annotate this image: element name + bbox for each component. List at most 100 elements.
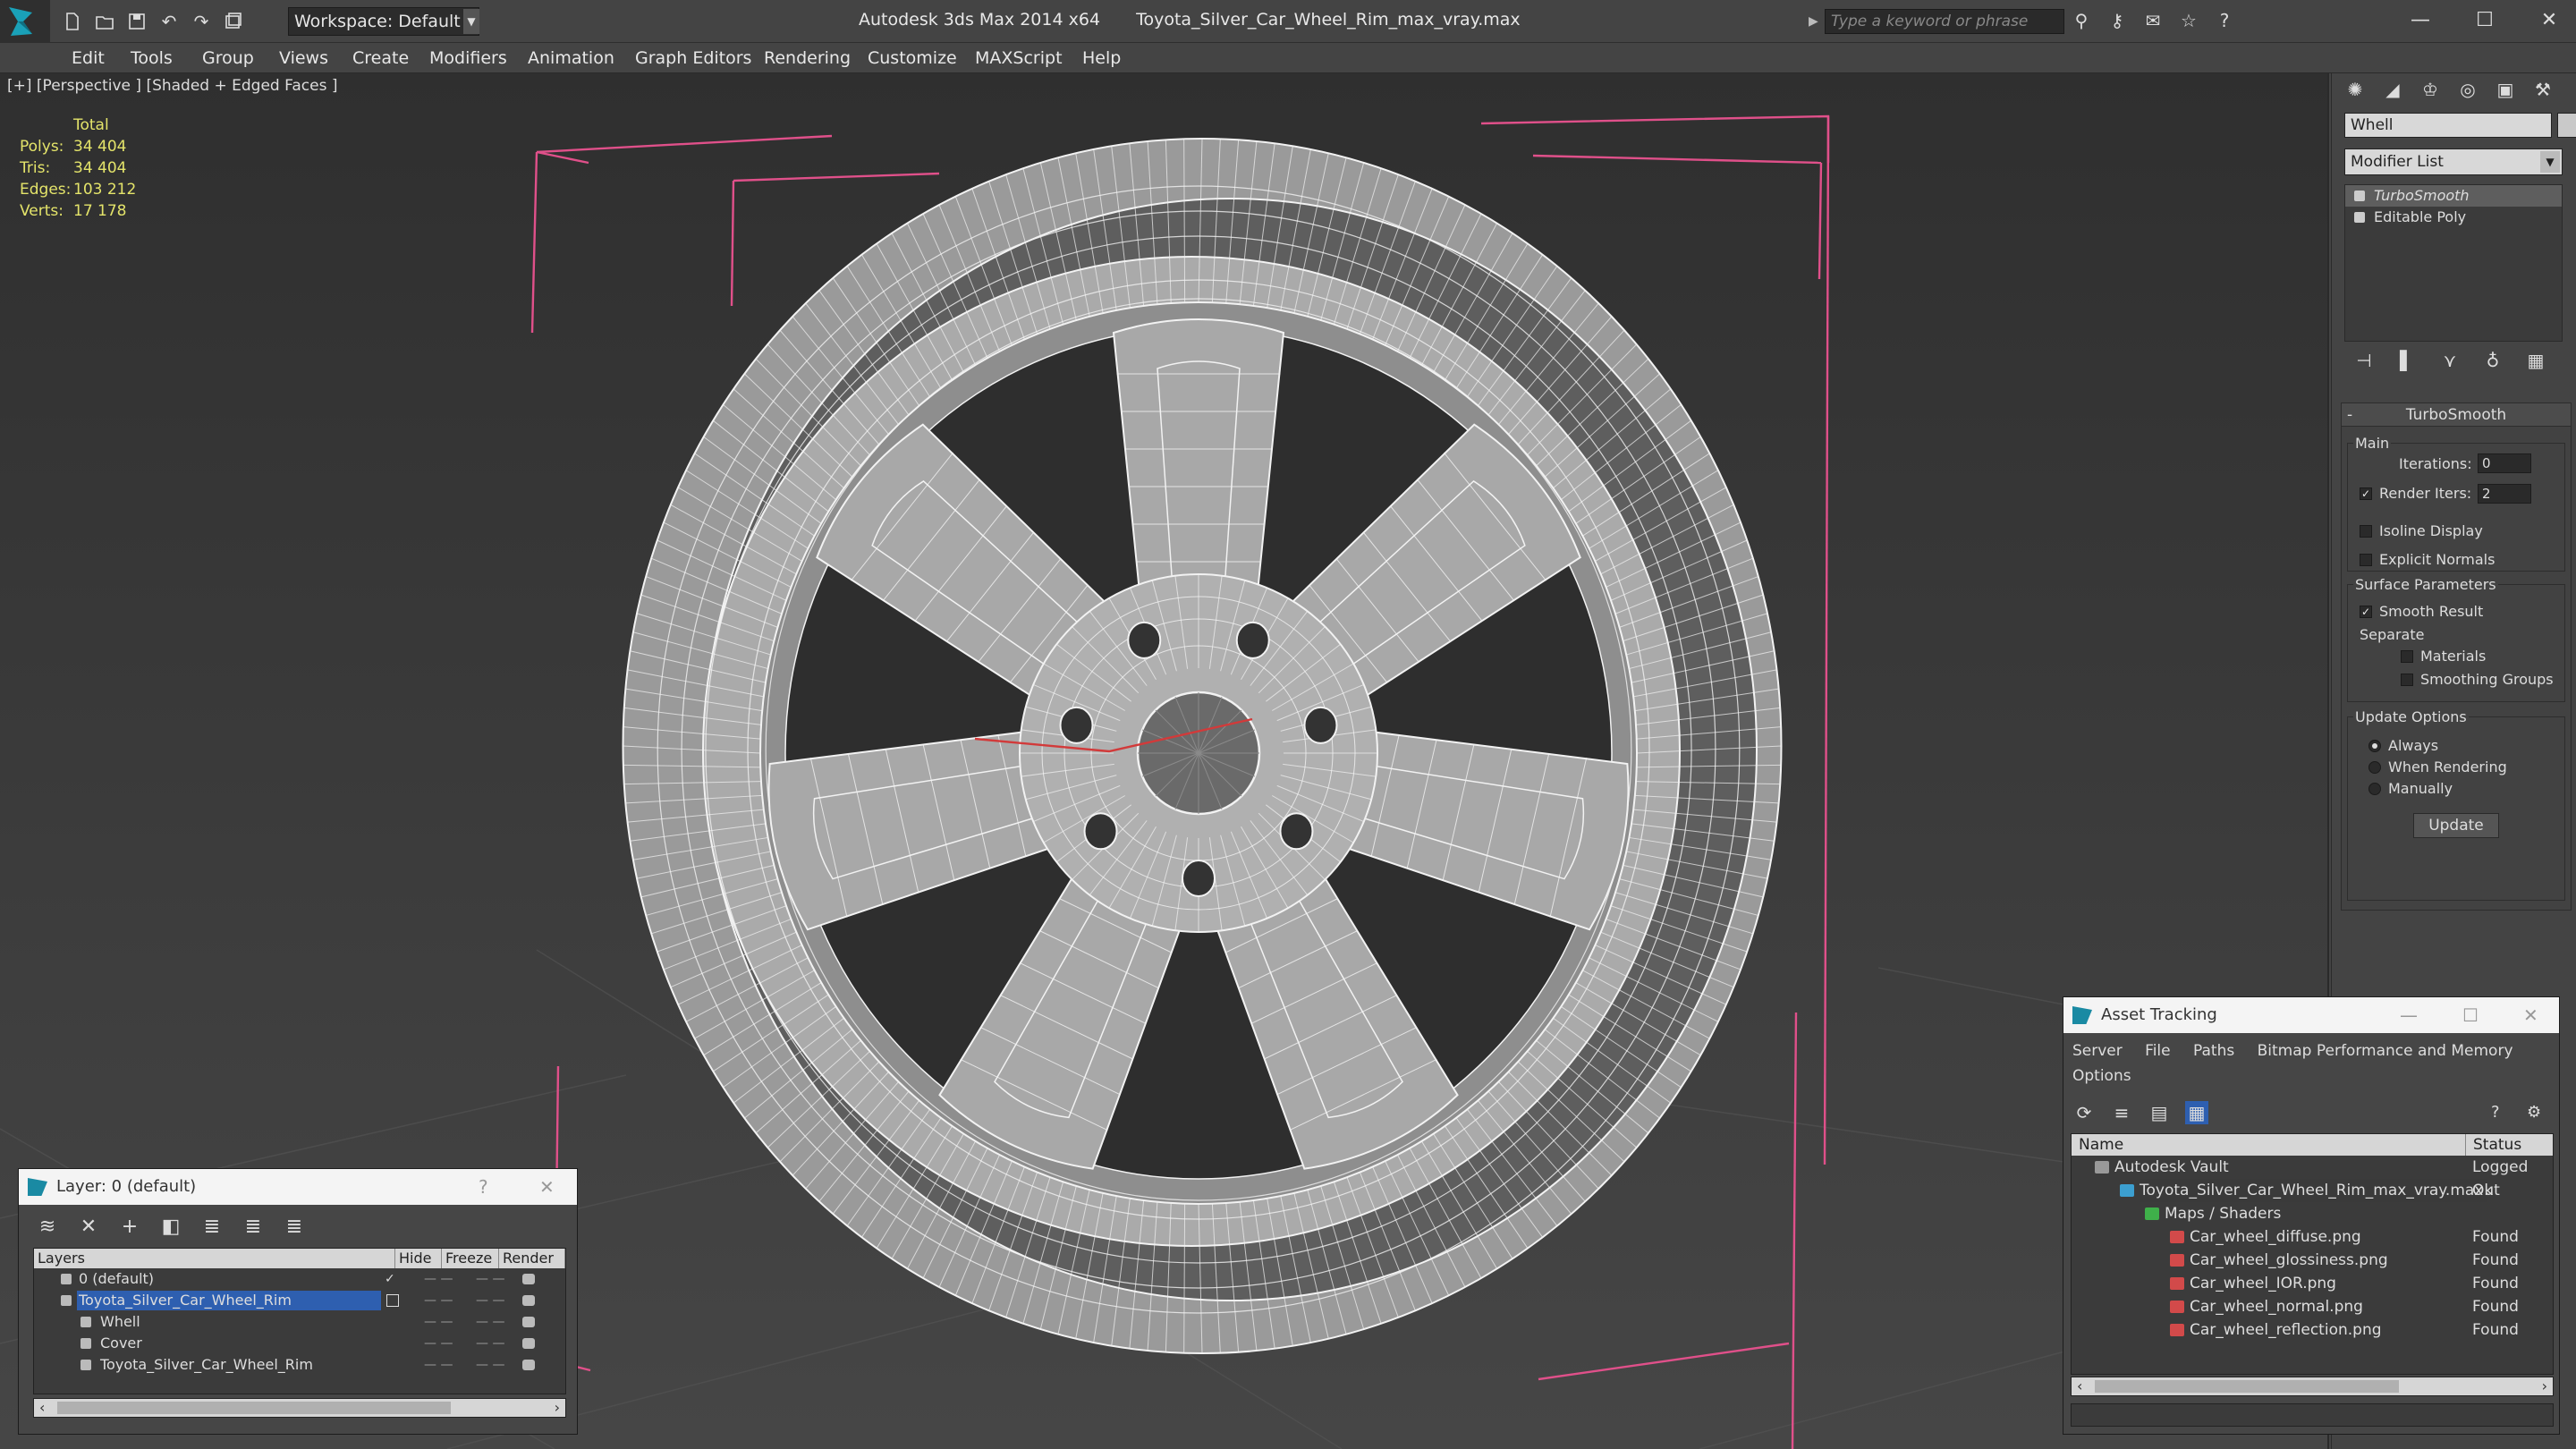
hide-all-icon[interactable]: ≣ <box>242 1216 264 1238</box>
asset-row[interactable]: Car_wheel_glossiness.png Found <box>2072 1249 2553 1272</box>
update-button[interactable]: Update <box>2413 813 2499 838</box>
asset-row[interactable]: Car_wheel_diffuse.png Found <box>2072 1225 2553 1249</box>
scroll-left-icon[interactable]: ‹ <box>39 1399 45 1417</box>
asset-row[interactable]: Car_wheel_reflection.png Found <box>2072 1318 2553 1342</box>
show-end-result-icon[interactable]: ▌ <box>2394 347 2419 374</box>
col-hide[interactable]: Hide <box>395 1249 442 1268</box>
layer-row[interactable]: Toyota_Silver_Car_Wheel_Rim — — — — <box>34 1290 565 1311</box>
menu-graph-editors[interactable]: Graph Editors <box>635 43 751 73</box>
undo-icon[interactable]: ↶ <box>157 10 181 33</box>
remove-modifier-icon[interactable]: ♁ <box>2480 347 2505 374</box>
render-teapot-icon[interactable] <box>522 1317 535 1327</box>
render-iters-checkbox[interactable]: ✓ <box>2360 487 2372 500</box>
layer-row[interactable]: 0 (default) ✓ — — — — <box>34 1268 565 1290</box>
modify-tab-icon[interactable]: ◢ <box>2377 73 2409 106</box>
asset-row[interactable]: Car_wheel_normal.png Found <box>2072 1295 2553 1318</box>
modifier-list-dropdown[interactable]: Modifier List ▼ <box>2344 148 2563 175</box>
maximize-button[interactable]: ☐ <box>2462 997 2479 1033</box>
search-input[interactable]: Type a keyword or phrase <box>1825 9 2064 34</box>
scroll-left-icon[interactable]: ‹ <box>2077 1377 2082 1395</box>
pin-stack-icon[interactable]: ⊣ <box>2351 347 2377 374</box>
redo-icon[interactable]: ↷ <box>190 10 213 33</box>
freeze-toggle[interactable]: — — <box>476 1354 504 1376</box>
highlight-layer-icon[interactable]: ≣ <box>201 1216 223 1238</box>
menu-bitmap-performance[interactable]: Bitmap Performance and Memory <box>2258 1042 2513 1060</box>
col-layers[interactable]: Layers <box>34 1249 395 1268</box>
layer-window-titlebar[interactable]: Layer: 0 (default) ? ✕ <box>19 1169 577 1205</box>
help-icon[interactable]: ? <box>2213 7 2236 34</box>
render-teapot-icon[interactable] <box>522 1295 535 1306</box>
freeze-toggle[interactable]: — — <box>476 1290 504 1311</box>
communication-icon[interactable]: ✉ <box>2141 7 2165 34</box>
maximize-button[interactable]: ☐ <box>2453 0 2517 39</box>
menu-paths[interactable]: Paths <box>2193 1042 2234 1060</box>
rollout-header[interactable]: - TurboSmooth <box>2342 403 2571 427</box>
asset-hscrollbar[interactable]: ‹ › <box>2071 1377 2554 1396</box>
create-layer-icon[interactable]: ≋ <box>37 1216 58 1238</box>
binoculars-icon[interactable]: ⚲ <box>2070 7 2093 34</box>
menu-modifiers[interactable]: Modifiers <box>429 43 507 73</box>
menu-group[interactable]: Group <box>202 43 254 73</box>
scroll-thumb[interactable] <box>57 1402 451 1414</box>
select-objects-icon[interactable]: ◧ <box>160 1216 182 1238</box>
favorites-star-icon[interactable]: ☆ <box>2177 7 2200 34</box>
utilities-tab-icon[interactable]: ⚒ <box>2527 73 2559 106</box>
col-status[interactable]: Status <box>2465 1134 2521 1156</box>
menu-animation[interactable]: Animation <box>528 43 614 73</box>
layer-hscrollbar[interactable]: ‹ › <box>33 1398 566 1418</box>
freeze-all-icon[interactable]: ≣ <box>284 1216 305 1238</box>
menu-tools[interactable]: Tools <box>131 43 173 73</box>
col-render[interactable]: Render <box>499 1249 565 1268</box>
workspace-dropdown[interactable]: Workspace: Default ▼ <box>288 7 479 36</box>
layer-row[interactable]: Toyota_Silver_Car_Wheel_Rim — — — — <box>34 1354 565 1376</box>
stack-item-turbosmooth[interactable]: TurboSmooth <box>2345 185 2562 207</box>
menu-customize[interactable]: Customize <box>868 43 957 73</box>
render-teapot-icon[interactable] <box>522 1274 535 1284</box>
explicit-normals-checkbox[interactable] <box>2360 554 2372 566</box>
freeze-toggle[interactable]: — — <box>476 1311 504 1333</box>
materials-checkbox[interactable] <box>2401 650 2413 663</box>
smooth-result-checkbox[interactable]: ✓ <box>2360 606 2372 618</box>
hide-toggle[interactable]: — — <box>424 1290 453 1311</box>
close-button[interactable]: ✕ <box>2517 0 2576 39</box>
app-logo-icon[interactable] <box>0 0 50 43</box>
motion-tab-icon[interactable]: ◎ <box>2452 73 2484 106</box>
asset-row[interactable]: Toyota_Silver_Car_Wheel_Rim_max_vray.max… <box>2072 1179 2553 1202</box>
make-unique-icon[interactable]: ⋎ <box>2437 347 2462 374</box>
scroll-right-icon[interactable]: › <box>555 1399 560 1417</box>
delete-layer-icon[interactable]: ✕ <box>78 1216 99 1238</box>
close-icon[interactable]: ✕ <box>539 1169 555 1205</box>
hide-toggle[interactable]: — — <box>424 1311 453 1333</box>
help-icon[interactable]: ? <box>2491 1103 2512 1124</box>
table-view-icon[interactable]: ▦ <box>2185 1101 2208 1124</box>
add-to-layer-icon[interactable]: + <box>119 1216 140 1238</box>
manually-radio[interactable] <box>2368 783 2381 795</box>
minimize-button[interactable]: — <box>2388 0 2453 39</box>
when-rendering-radio[interactable] <box>2368 761 2381 774</box>
save-file-icon[interactable] <box>125 10 148 33</box>
menu-file[interactable]: File <box>2145 1042 2170 1060</box>
col-freeze[interactable]: Freeze <box>442 1249 499 1268</box>
asset-row[interactable]: Maps / Shaders <box>2072 1202 2553 1225</box>
freeze-toggle[interactable]: — — <box>476 1333 504 1354</box>
iterations-spinner[interactable]: 0 <box>2478 453 2531 473</box>
open-file-icon[interactable] <box>93 10 116 33</box>
asset-row[interactable]: Car_wheel_IOR.png Found <box>2072 1272 2553 1295</box>
hide-toggle[interactable]: — — <box>424 1354 453 1376</box>
stack-item-editable-poly[interactable]: Editable Poly <box>2345 207 2562 228</box>
asset-row[interactable]: Autodesk Vault Logged Out <box>2072 1156 2553 1199</box>
isoline-display-checkbox[interactable] <box>2360 525 2372 538</box>
menu-server[interactable]: Server <box>2072 1042 2123 1060</box>
close-icon[interactable]: ✕ <box>2523 997 2538 1033</box>
hierarchy-tab-icon[interactable]: ♔ <box>2414 73 2446 106</box>
always-radio[interactable] <box>2368 740 2381 752</box>
hide-toggle[interactable]: — — <box>424 1268 453 1290</box>
menu-options[interactable]: Options <box>2072 1067 2131 1085</box>
new-file-icon[interactable] <box>61 10 84 33</box>
list-view-icon[interactable]: ≡ <box>2110 1101 2133 1124</box>
layer-row[interactable]: Whell — — — — <box>34 1311 565 1333</box>
menu-rendering[interactable]: Rendering <box>764 43 851 73</box>
viewport-label[interactable]: [+] [Perspective ] [Shaded + Edged Faces… <box>7 77 337 95</box>
asset-window-titlebar[interactable]: Asset Tracking — ☐ ✕ <box>2063 997 2559 1033</box>
smoothing-groups-checkbox[interactable] <box>2401 674 2413 686</box>
